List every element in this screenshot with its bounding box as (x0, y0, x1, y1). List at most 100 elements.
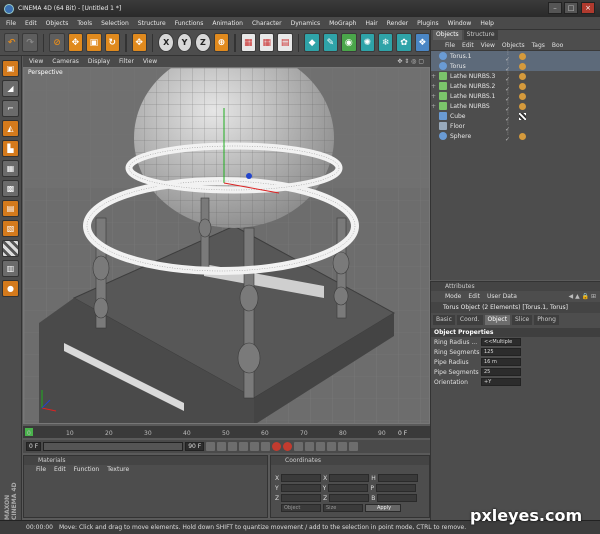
menu-dynamics[interactable]: Dynamics (291, 20, 321, 27)
next-frame-icon[interactable] (250, 442, 260, 451)
position-x-field[interactable] (281, 474, 322, 482)
live-selection-icon[interactable]: ⊘ (49, 33, 65, 52)
goto-end-icon[interactable] (261, 442, 271, 451)
expand-icon[interactable]: + (431, 73, 439, 80)
expand-icon[interactable]: + (431, 93, 439, 100)
make-editable-icon[interactable]: ▣ (2, 60, 19, 77)
menu-tools[interactable]: Tools (77, 20, 92, 27)
cube-primitive-icon[interactable]: ◆ (304, 33, 320, 52)
end-frame-field[interactable]: 90 F (185, 442, 205, 451)
camera-icon[interactable]: ❖ (414, 33, 431, 52)
snap-icon[interactable]: ▥ (2, 260, 19, 277)
edges-tool-icon[interactable]: ▦ (2, 160, 19, 177)
apply-button[interactable]: Apply (365, 504, 401, 512)
redo-icon[interactable]: ↷ (22, 33, 38, 52)
object-row[interactable]: + Lathe NURBS.1 ⋮ ✓ (431, 89, 600, 103)
object-row[interactable]: + Lathe NURBS.2 ⋮ ✓ (431, 79, 600, 93)
position-key-icon[interactable] (305, 442, 315, 451)
objects-menu-view[interactable]: View (481, 42, 495, 49)
menu-selection[interactable]: Selection (101, 20, 129, 27)
attributes-nav-icons[interactable]: ◀ ▲ 🔒 ⊞ (569, 293, 596, 300)
objects-menu-tags[interactable]: Tags (532, 42, 545, 49)
tab-object[interactable]: Object (484, 315, 511, 325)
menu-character[interactable]: Character (252, 20, 282, 27)
menu-objects[interactable]: Objects (46, 20, 69, 27)
viewport-menu-view[interactable]: View (29, 58, 43, 65)
object-row[interactable]: + Lathe NURBS ⋮ ✓ (431, 99, 600, 113)
menu-help[interactable]: Help (480, 20, 494, 27)
texture-tag-icon[interactable] (519, 112, 526, 120)
objects-menu-file[interactable]: File (445, 42, 455, 49)
position-y-field[interactable] (280, 484, 321, 492)
tab-structure[interactable]: Structure (463, 30, 498, 40)
object-row[interactable]: Cube ⋮ ✓ (431, 109, 600, 123)
tab-objects[interactable]: Objects (433, 30, 462, 40)
expand-icon[interactable]: + (431, 83, 439, 90)
sculpt-icon[interactable]: ● (2, 280, 19, 297)
position-z-field[interactable] (281, 494, 322, 502)
object-row[interactable]: + Lathe NURBS.3 ⋮ ✓ (431, 69, 600, 83)
undo-icon[interactable]: ↶ (4, 33, 20, 52)
phong-tag-icon[interactable] (519, 62, 526, 70)
rotate-tool-icon[interactable]: ↻ (104, 33, 120, 52)
viewport-menu-display[interactable]: Display (88, 58, 110, 65)
object-row[interactable]: Torus.1 ⋮ ✓ (431, 49, 600, 63)
object-row[interactable]: Torus ⋮ ✓ (431, 59, 600, 73)
pla-key-icon[interactable] (349, 442, 359, 451)
phong-tag-icon[interactable] (519, 82, 526, 90)
coordinate-system-icon[interactable]: ⊕ (213, 33, 230, 52)
phong-tag-icon[interactable] (519, 52, 526, 60)
rotation-b-field[interactable] (377, 494, 418, 502)
size-mode-select[interactable]: Size (323, 504, 363, 512)
materials-menu-function[interactable]: Function (74, 465, 100, 475)
expand-icon[interactable]: + (431, 103, 439, 110)
viewport-menu-filter[interactable]: Filter (119, 58, 134, 65)
menu-render[interactable]: Render (387, 20, 408, 27)
play-backward-icon[interactable] (228, 442, 238, 451)
z-axis-lock-icon[interactable]: Z (195, 33, 211, 52)
menu-plugins[interactable]: Plugins (417, 20, 439, 27)
scale-tool-icon[interactable]: ▣ (86, 33, 102, 52)
deformer-icon[interactable]: ❄ (377, 33, 394, 52)
attributes-menu-user-data[interactable]: User Data (487, 293, 517, 300)
materials-menu-texture[interactable]: Texture (107, 465, 129, 475)
menu-hair[interactable]: Hair (365, 20, 377, 27)
orientation-select[interactable]: +Y (481, 378, 521, 386)
objects-menu-objects[interactable]: Objects (502, 42, 525, 49)
objects-menu-edit[interactable]: Edit (462, 42, 474, 49)
materials-menu-edit[interactable]: Edit (54, 465, 66, 475)
size-x-field[interactable] (329, 474, 370, 482)
materials-menu-file[interactable]: File (36, 465, 46, 475)
viewport-perspective[interactable]: Perspective (23, 67, 430, 424)
pipe-radius-field[interactable]: 16 m (481, 358, 521, 366)
tab-slice[interactable]: Slice (512, 315, 533, 325)
phong-tag-icon[interactable] (519, 102, 526, 110)
x-axis-lock-icon[interactable]: X (158, 33, 174, 52)
object-row[interactable]: Floor ⋮ ✓ (431, 119, 600, 133)
use-model-tool-icon[interactable]: ◢ (2, 80, 19, 97)
pipe-segments-field[interactable]: 25 (481, 368, 521, 376)
size-y-field[interactable] (328, 484, 369, 492)
tab-basic[interactable]: Basic (433, 315, 455, 325)
points-tool-icon[interactable]: ▙ (2, 140, 19, 157)
viewport-nav-icons[interactable]: ✥ ⇕ ◎ ▢ (397, 58, 424, 65)
coord-mode-select[interactable]: Object (281, 504, 321, 512)
menu-structure[interactable]: Structure (138, 20, 166, 27)
prev-frame-icon[interactable] (217, 442, 227, 451)
start-frame-field[interactable]: 0 F (26, 442, 42, 451)
render-settings-icon[interactable]: ▤ (277, 33, 293, 52)
menu-animation[interactable]: Animation (212, 20, 243, 27)
rotation-p-field[interactable] (375, 484, 416, 492)
phong-tag-icon[interactable] (519, 132, 526, 140)
phong-tag-icon[interactable] (519, 92, 526, 100)
parameter-key-icon[interactable] (338, 442, 348, 451)
minimize-button[interactable]: – (548, 2, 562, 14)
objects-menu-bookmarks[interactable]: Boo (552, 42, 563, 49)
rotation-key-icon[interactable] (327, 442, 337, 451)
pen-spline-icon[interactable]: ✎ (322, 33, 339, 52)
phong-tag-icon[interactable] (519, 72, 526, 80)
checker-tool-icon[interactable] (2, 240, 19, 257)
attributes-menu-mode[interactable]: Mode (445, 293, 461, 300)
tab-phong[interactable]: Phong (534, 315, 559, 325)
autokey-icon[interactable] (283, 442, 293, 451)
